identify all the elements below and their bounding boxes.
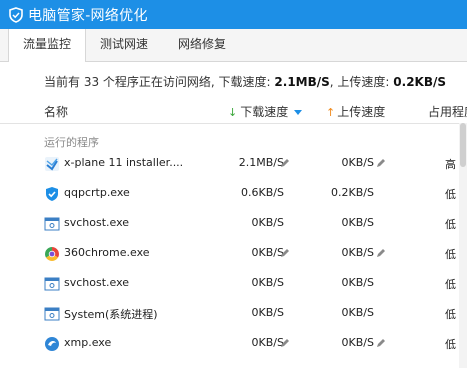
download-speed: 0KB/S (251, 336, 284, 349)
pencil-icon[interactable] (279, 248, 290, 259)
360chrome-icon (44, 246, 60, 262)
download-arrow-icon: ↓ (228, 106, 238, 119)
column-download-label: 下载速度 (240, 105, 289, 119)
pencil-icon[interactable] (375, 158, 386, 169)
pencil-icon[interactable] (279, 158, 290, 169)
process-name: 360chrome.exe (64, 246, 150, 259)
system-window-icon (44, 276, 60, 292)
system-window-icon (44, 216, 60, 232)
tab-bar: 流量监控 测试网速 网络修复 (0, 29, 467, 62)
summary-upload-speed: 0.2KB/S (393, 75, 447, 89)
column-upload[interactable]: ↑ 上传速度 (326, 103, 385, 120)
pencil-icon[interactable] (375, 248, 386, 259)
process-name: System(系统进程) (64, 308, 158, 321)
tab-traffic-monitor[interactable]: 流量监控 (8, 29, 86, 62)
scrollbar-thumb[interactable] (460, 123, 466, 167)
title-bar: 电脑管家-网络优化 (0, 0, 467, 29)
usage-level: 低 (445, 308, 456, 321)
tab-speed-test[interactable]: 测试网速 (88, 29, 160, 61)
process-name: xmp.exe (64, 336, 112, 349)
upload-speed: 0KB/S (341, 216, 374, 229)
table-row[interactable]: x-plane 11 installer.... 2.1MB/S 0KB/S 高 (0, 149, 467, 179)
column-download[interactable]: ↓ 下载速度 (228, 103, 303, 120)
download-speed: 0KB/S (251, 276, 284, 289)
table-row[interactable]: qqpcrtp.exe 0.6KB/S 0.2KB/S 低 (0, 179, 467, 209)
qq-pc-manager-icon (44, 186, 60, 202)
upload-speed: 0KB/S (341, 276, 374, 289)
download-speed: 0KB/S (251, 306, 284, 319)
table-row[interactable]: System(系统进程) 0KB/S 0KB/S 低 (0, 299, 467, 329)
upload-speed: 0KB/S (341, 306, 374, 319)
usage-level: 低 (445, 218, 456, 231)
download-speed: 0.6KB/S (241, 186, 284, 199)
process-name: svchost.exe (64, 276, 130, 289)
usage-level: 低 (445, 188, 456, 201)
window-title: 电脑管家-网络优化 (28, 7, 148, 24)
process-name: svchost.exe (64, 216, 130, 229)
system-window-icon (44, 306, 60, 322)
download-speed: 0KB/S (251, 216, 284, 229)
usage-level: 低 (445, 338, 456, 351)
pencil-icon[interactable] (279, 338, 290, 349)
process-name: x-plane 11 installer.... (64, 156, 184, 169)
column-upload-label: 上传速度 (337, 105, 386, 119)
upload-speed: 0KB/S (341, 156, 374, 169)
tab-network-repair[interactable]: 网络修复 (166, 29, 238, 61)
xmp-player-icon (44, 336, 60, 352)
vertical-scrollbar[interactable] (459, 123, 467, 368)
table-header: 名称 ↓下载速度 ↑上传速度 占用程度 (0, 97, 467, 124)
upload-speed: 0KB/S (341, 246, 374, 259)
table-row[interactable]: svchost.exe 0KB/S 0KB/S 低 (0, 209, 467, 239)
upload-speed: 0.2KB/S (331, 186, 374, 199)
pencil-icon[interactable] (375, 338, 386, 349)
usage-level: 高 (445, 158, 456, 171)
upload-speed: 0KB/S (341, 336, 374, 349)
table-row[interactable]: xmp.exe 0KB/S 0KB/S 低 (0, 329, 467, 359)
column-name[interactable]: 名称 (44, 103, 68, 120)
summary-prefix: 当前有 33 个程序正在访问网络, 下载速度: (44, 75, 271, 89)
usage-level: 低 (445, 248, 456, 261)
usage-level: 低 (445, 278, 456, 291)
summary-mid: , 上传速度: (329, 75, 390, 89)
xplane-installer-icon (44, 156, 60, 172)
column-usage[interactable]: 占用程度 (428, 103, 467, 120)
download-speed: 2.1MB/S (238, 156, 284, 169)
upload-arrow-icon: ↑ (326, 106, 336, 119)
process-name: qqpcrtp.exe (64, 186, 130, 199)
group-running-programs: 运行的程序 (44, 136, 99, 149)
traffic-summary: 当前有 33 个程序正在访问网络, 下载速度: 2.1MB/S, 上传速度: 0… (44, 73, 446, 90)
download-speed: 0KB/S (251, 246, 284, 259)
summary-download-speed: 2.1MB/S (274, 75, 330, 89)
table-row[interactable]: 360chrome.exe 0KB/S 0KB/S 低 (0, 239, 467, 269)
shield-logo-icon (8, 6, 24, 23)
table-row[interactable]: svchost.exe 0KB/S 0KB/S 低 (0, 269, 467, 299)
sort-desc-icon (294, 110, 303, 115)
